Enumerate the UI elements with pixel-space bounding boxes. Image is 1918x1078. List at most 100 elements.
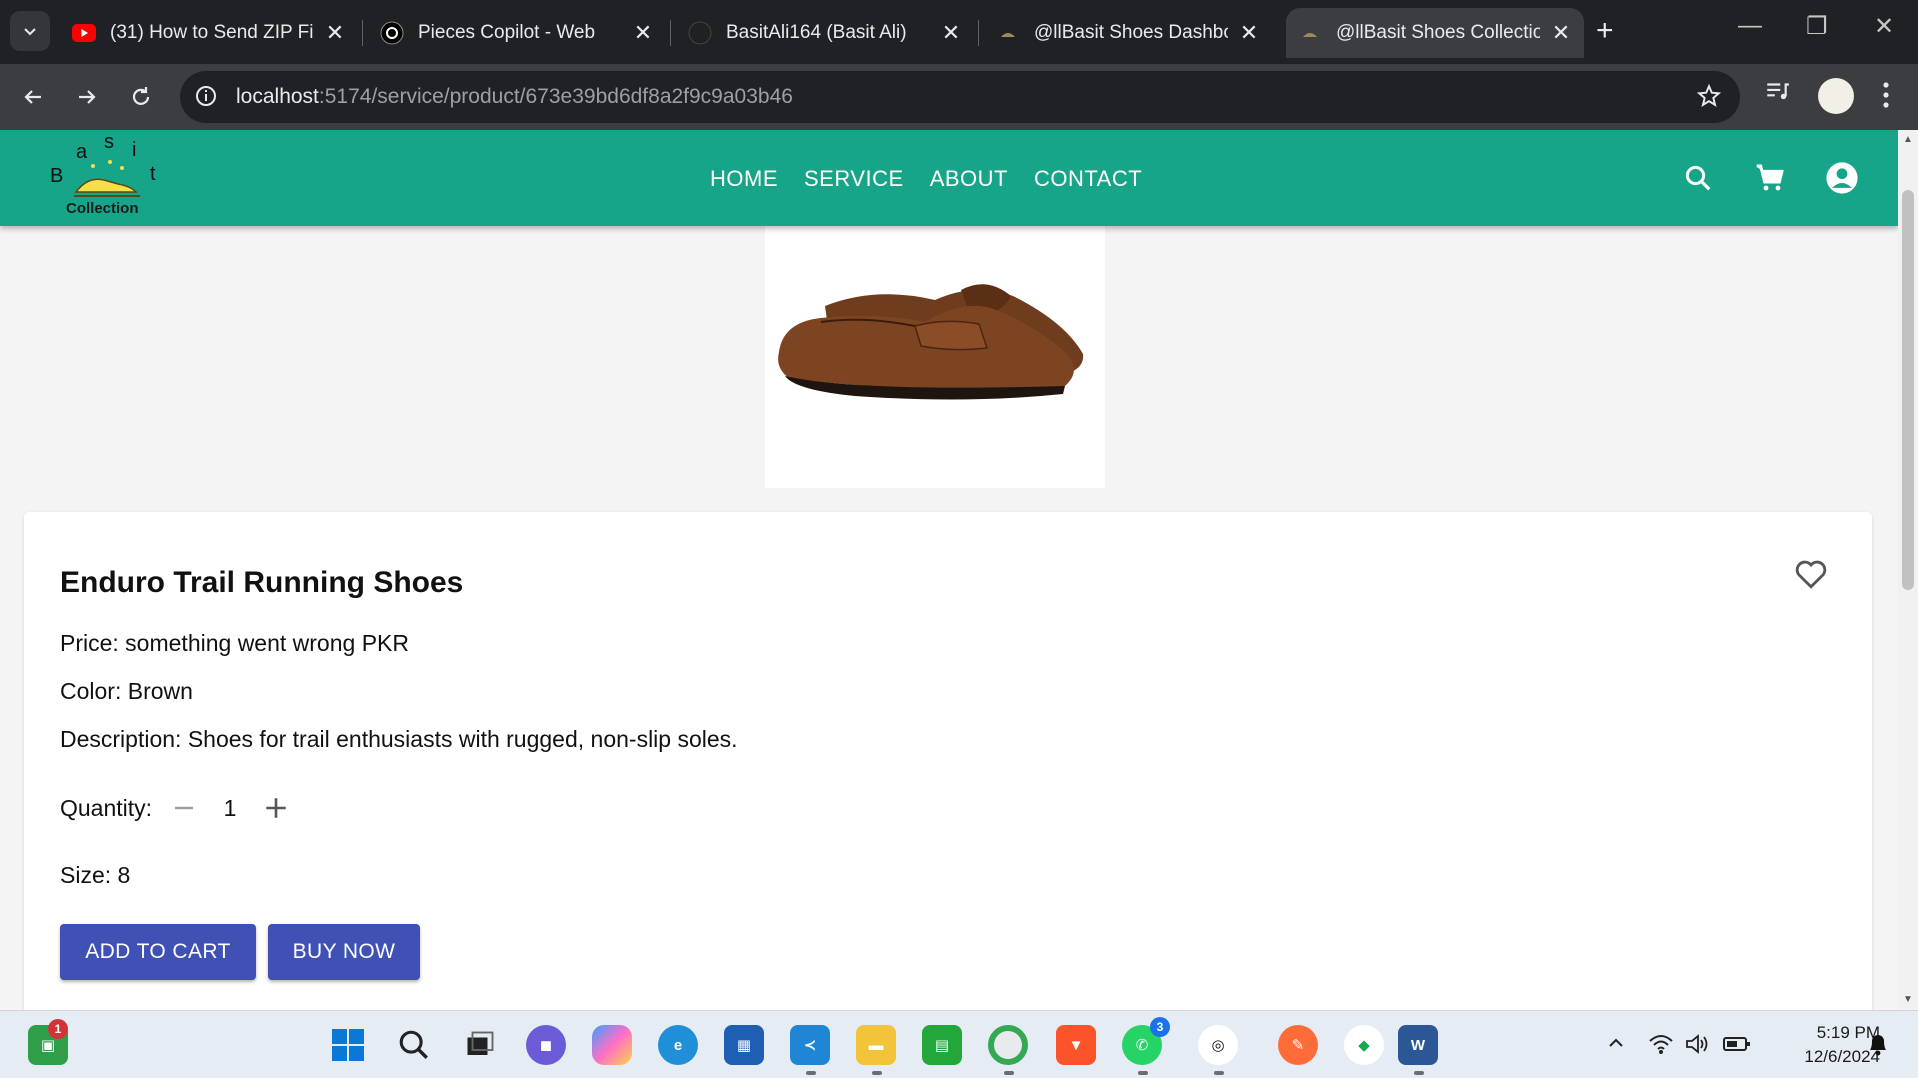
windows-start-icon[interactable] xyxy=(328,1025,368,1065)
whatsapp-badge: 3 xyxy=(1150,1017,1170,1037)
quantity-label: Quantity: xyxy=(60,794,153,821)
shoe-logo-icon xyxy=(996,21,1020,45)
clock-time: 5:19 PM xyxy=(1816,1023,1880,1042)
buy-now-button[interactable]: BUY NOW xyxy=(268,924,420,980)
brave-icon[interactable]: ▼ xyxy=(1056,1025,1096,1065)
postman-icon[interactable]: ✎ xyxy=(1278,1025,1318,1065)
svg-text:s: s xyxy=(104,136,114,153)
tab-separator xyxy=(978,20,979,46)
nav-contact[interactable]: CONTACT xyxy=(1034,166,1142,192)
restore-icon[interactable]: ❐ xyxy=(1806,12,1828,41)
plus-icon xyxy=(266,798,286,818)
arrow-right-icon xyxy=(79,90,96,104)
windows-taskbar: ▣ 1 ◼ e ▦ ≺ ▬ ▤ ▼ ✆ 3 ◎ ✎ ◆ W 5:19 PM 12… xyxy=(0,1010,1918,1078)
tab-title: @llBasit Shoes Dashboar xyxy=(1034,22,1228,43)
close-icon[interactable]: ✕ xyxy=(324,20,346,46)
volume-icon[interactable] xyxy=(1684,1033,1710,1060)
clock-date: 12/6/2024 xyxy=(1804,1047,1880,1066)
battery-icon[interactable] xyxy=(1722,1033,1752,1060)
search-taskbar-icon[interactable] xyxy=(394,1025,434,1065)
wishlist-heart-icon[interactable] xyxy=(1794,558,1828,595)
tab-separator xyxy=(670,20,671,46)
tab-search-button[interactable] xyxy=(10,11,50,51)
close-icon[interactable]: ✕ xyxy=(1238,20,1260,46)
browser-tab-4[interactable]: @llBasit Shoes Dashboar ✕ xyxy=(984,8,1272,58)
close-icon[interactable]: ✕ xyxy=(940,20,962,46)
logo-subtitle: Collection xyxy=(66,200,139,217)
edge-icon[interactable]: e xyxy=(658,1025,698,1065)
profile-avatar[interactable] xyxy=(1818,78,1854,114)
url-host: localhost xyxy=(236,85,319,108)
site-appbar: B a s i t Collection HOME SERVICE ABOUT … xyxy=(0,130,1898,226)
reload-button[interactable] xyxy=(122,78,160,116)
browser-tab-3[interactable]: BasitAli164 (Basit Ali) ✕ xyxy=(676,8,974,58)
svg-text:a: a xyxy=(76,141,88,163)
browser-tab-5-active[interactable]: @llBasit Shoes Collection ✕ xyxy=(1286,8,1584,58)
kebab-menu-icon[interactable] xyxy=(1880,80,1892,115)
show-hidden-icons-chevron-icon[interactable] xyxy=(1606,1033,1626,1058)
product-details-card: Enduro Trail Running Shoes Price: someth… xyxy=(24,512,1872,1010)
minimize-icon[interactable]: — xyxy=(1738,12,1762,40)
account-icon[interactable] xyxy=(1824,160,1860,196)
reload-icon xyxy=(132,87,150,105)
logo-mark: B a s i t xyxy=(50,131,156,197)
close-icon[interactable]: ✕ xyxy=(632,20,654,46)
product-image xyxy=(765,226,1105,488)
vscode-icon[interactable]: ≺ xyxy=(790,1025,830,1065)
microsoft-store-icon[interactable]: ▦ xyxy=(724,1025,764,1065)
running-indicator xyxy=(806,1071,816,1075)
product-description: Description: Shoes for trail enthusiasts… xyxy=(60,726,738,752)
word-icon[interactable]: W xyxy=(1398,1025,1438,1065)
terminal-chip-icon[interactable]: ▤ xyxy=(922,1025,962,1065)
product-color: Color: Brown xyxy=(60,678,193,704)
page-viewport: B a s i t Collection HOME SERVICE ABOUT … xyxy=(0,130,1898,1010)
running-indicator xyxy=(872,1071,882,1075)
media-control-icon[interactable] xyxy=(1764,78,1790,109)
meet-icon[interactable]: ◼ xyxy=(526,1025,566,1065)
site-info-icon[interactable] xyxy=(194,84,218,113)
nav-about[interactable]: ABOUT xyxy=(930,166,1008,192)
page-scrollbar[interactable]: ▲ ▼ xyxy=(1898,130,1918,1010)
system-clock[interactable]: 5:19 PM 12/6/2024 xyxy=(1770,1021,1880,1069)
brown-loafer-illustration xyxy=(778,284,1084,400)
chevron-down-icon xyxy=(24,28,36,36)
tab-title: Pieces Copilot - Web xyxy=(418,22,596,43)
site-logo[interactable]: B a s i t Collection xyxy=(48,131,168,222)
nav-home[interactable]: HOME xyxy=(710,166,778,192)
forward-button[interactable] xyxy=(68,78,106,116)
browser-tab-1[interactable]: (31) How to Send ZIP File ✕ xyxy=(60,8,358,58)
svg-text:t: t xyxy=(150,163,156,185)
product-price: Price: something went wrong PKR xyxy=(60,630,409,656)
cart-icon[interactable] xyxy=(1752,160,1788,196)
scrollbar-thumb[interactable] xyxy=(1902,190,1914,590)
browser-tabstrip: (31) How to Send ZIP File ✕ Pieces Copil… xyxy=(0,0,1918,64)
wifi-icon[interactable] xyxy=(1648,1033,1674,1060)
close-icon[interactable]: ✕ xyxy=(1550,20,1572,46)
decrease-quantity-button[interactable] xyxy=(168,792,200,824)
nav-service[interactable]: SERVICE xyxy=(804,166,904,192)
search-icon[interactable] xyxy=(1680,160,1716,196)
file-explorer-icon[interactable]: ▬ xyxy=(856,1025,896,1065)
task-view-icon[interactable] xyxy=(460,1025,500,1065)
back-button[interactable] xyxy=(14,78,52,116)
bookmark-star-icon[interactable] xyxy=(1696,83,1722,114)
mongodb-compass-icon[interactable]: ◆ xyxy=(1344,1025,1384,1065)
increase-quantity-button[interactable] xyxy=(260,792,292,824)
add-to-cart-button[interactable]: ADD TO CART xyxy=(60,924,256,980)
new-tab-button[interactable]: + xyxy=(1596,14,1614,48)
copilot-icon[interactable] xyxy=(592,1025,632,1065)
url-text[interactable]: localhost:5174/service/product/673e39bd6… xyxy=(236,85,793,109)
running-indicator xyxy=(1414,1071,1424,1075)
tab-title: @llBasit Shoes Collection xyxy=(1336,22,1540,43)
close-window-icon[interactable]: ✕ xyxy=(1874,12,1894,41)
svg-text:B: B xyxy=(50,165,63,187)
address-bar[interactable]: localhost:5174/service/product/673e39bd6… xyxy=(180,71,1740,123)
scroll-up-arrow-icon[interactable]: ▲ xyxy=(1903,134,1913,145)
tab-separator xyxy=(362,20,363,46)
pieces-taskbar-icon[interactable]: ◎ xyxy=(1198,1025,1238,1065)
chrome-icon[interactable] xyxy=(988,1025,1028,1065)
scroll-down-arrow-icon[interactable]: ▼ xyxy=(1903,994,1913,1005)
tab-title: (31) How to Send ZIP File xyxy=(110,22,314,43)
notification-bell-icon[interactable] xyxy=(1866,1031,1890,1062)
browser-tab-2[interactable]: Pieces Copilot - Web ✕ xyxy=(368,8,666,58)
